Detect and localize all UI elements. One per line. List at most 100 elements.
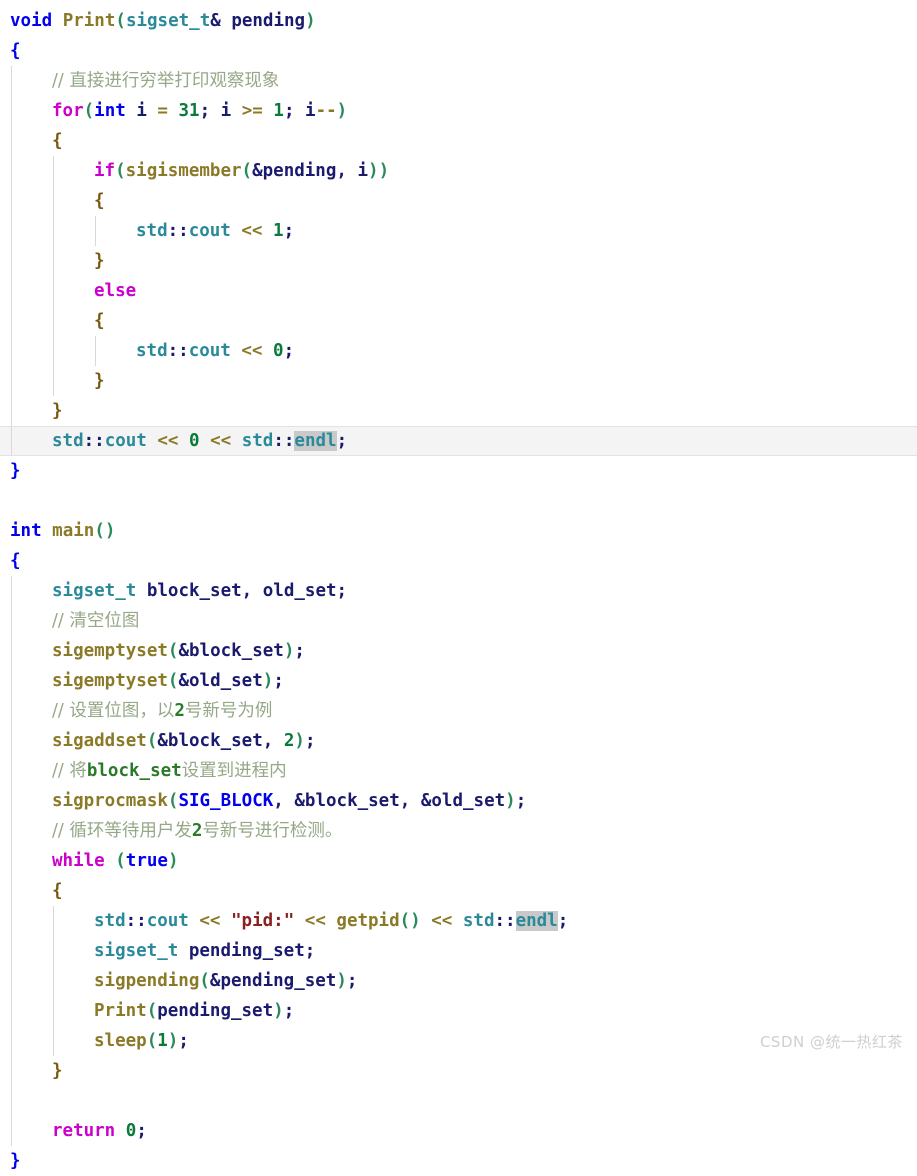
code-token: void bbox=[10, 11, 53, 31]
indent-guide bbox=[11, 1086, 12, 1116]
code-line[interactable]: else bbox=[0, 276, 917, 306]
code-token: ; bbox=[199, 101, 211, 121]
code-token: ; bbox=[515, 791, 527, 811]
code-token: block_set bbox=[86, 761, 182, 781]
code-line[interactable]: { bbox=[0, 126, 917, 156]
code-token: { bbox=[10, 41, 21, 61]
code-line[interactable]: // 清空位图 bbox=[0, 606, 917, 636]
code-line[interactable]: std::cout << 0; bbox=[0, 336, 917, 366]
code-token: sigprocmask bbox=[52, 791, 168, 811]
code-line[interactable]: sigset_t pending_set; bbox=[0, 936, 917, 966]
code-token: 1 bbox=[157, 1031, 168, 1051]
code-token: return bbox=[52, 1121, 116, 1141]
code-line[interactable]: int main() bbox=[0, 516, 917, 546]
code-token: , bbox=[262, 731, 274, 751]
code-token: i bbox=[357, 161, 369, 181]
code-token: ( bbox=[146, 731, 158, 751]
code-line[interactable]: return 0; bbox=[0, 1116, 917, 1146]
code-line[interactable]: } bbox=[0, 1056, 917, 1086]
code-token: ( bbox=[146, 1031, 158, 1051]
code-token: 0 bbox=[189, 431, 200, 451]
code-editor[interactable]: void Print(sigset_t& pending) { // 直接进行穷举打… bbox=[0, 0, 917, 1171]
code-line[interactable]: sleep(1); bbox=[0, 1026, 917, 1056]
code-line[interactable]: { bbox=[0, 876, 917, 906]
code-line[interactable]: // 设置位图，以2号新号为例 bbox=[0, 696, 917, 726]
code-line[interactable] bbox=[0, 486, 917, 516]
code-lines-container[interactable]: void Print(sigset_t& pending) { // 直接进行穷举打… bbox=[0, 0, 917, 1176]
code-token: { bbox=[10, 551, 21, 571]
code-line[interactable]: std::cout << 1; bbox=[0, 216, 917, 246]
code-token: Print bbox=[94, 1001, 147, 1021]
code-line[interactable]: } bbox=[0, 1146, 917, 1176]
code-line[interactable]: for(int i = 31; i >= 1; i--) bbox=[0, 96, 917, 126]
code-token: , bbox=[273, 791, 284, 811]
code-token: :: bbox=[167, 221, 189, 241]
code-line[interactable]: } bbox=[0, 246, 917, 276]
code-line[interactable]: Print(pending_set); bbox=[0, 996, 917, 1026]
code-line[interactable]: } bbox=[0, 366, 917, 396]
code-line-text: { bbox=[0, 876, 917, 906]
code-line[interactable]: void Print(sigset_t& pending) bbox=[0, 6, 917, 36]
code-line[interactable]: while (true) bbox=[0, 846, 917, 876]
code-token: & bbox=[420, 791, 432, 811]
code-line[interactable]: sigprocmask(SIG_BLOCK, &block_set, &old_… bbox=[0, 786, 917, 816]
code-token: sleep bbox=[94, 1031, 147, 1051]
code-line[interactable] bbox=[0, 1086, 917, 1116]
code-token: ( bbox=[146, 1001, 158, 1021]
code-line[interactable]: // 循环等待用户发2号新号进行检测。 bbox=[0, 816, 917, 846]
code-token: sigset_t bbox=[125, 11, 211, 31]
code-token: main bbox=[52, 521, 95, 541]
code-line[interactable]: { bbox=[0, 186, 917, 216]
code-line[interactable]: std::cout << "pid:" << getpid() << std::… bbox=[0, 906, 917, 936]
code-line[interactable]: } bbox=[0, 396, 917, 426]
code-line[interactable]: { bbox=[0, 306, 917, 336]
code-token: :: bbox=[494, 911, 516, 931]
code-line[interactable]: { bbox=[0, 546, 917, 576]
code-line-text: sigemptyset(&old_set); bbox=[0, 666, 917, 696]
code-token: cout bbox=[104, 431, 147, 451]
code-line[interactable]: { bbox=[0, 36, 917, 66]
code-token: std bbox=[136, 221, 168, 241]
code-line-text: sigset_t pending_set; bbox=[0, 936, 917, 966]
code-token: ) bbox=[262, 671, 274, 691]
code-token: block_set bbox=[146, 581, 242, 601]
code-line-text: sigprocmask(SIG_BLOCK, &block_set, &old_… bbox=[0, 786, 917, 816]
code-line[interactable]: sigemptyset(&block_set); bbox=[0, 636, 917, 666]
code-token: 31 bbox=[178, 101, 200, 121]
code-token: ; bbox=[557, 911, 569, 931]
code-token: i bbox=[136, 101, 147, 121]
code-token: ) bbox=[336, 101, 348, 121]
code-line[interactable]: std::cout << 0 << std::endl; bbox=[0, 426, 917, 456]
code-line[interactable]: sigpending(&pending_set); bbox=[0, 966, 917, 996]
code-line-text: } bbox=[0, 1146, 917, 1176]
code-token: 0 bbox=[273, 341, 284, 361]
code-line[interactable]: sigaddset(&block_set, 2); bbox=[0, 726, 917, 756]
code-token: :: bbox=[83, 431, 105, 451]
code-line[interactable]: sigset_t block_set, old_set; bbox=[0, 576, 917, 606]
code-token: "pid:" bbox=[231, 911, 295, 931]
code-line[interactable]: } bbox=[0, 456, 917, 486]
code-line-text: sleep(1); bbox=[0, 1026, 917, 1056]
code-line[interactable]: sigemptyset(&old_set); bbox=[0, 666, 917, 696]
code-line[interactable]: // 将block_set设置到进程内 bbox=[0, 756, 917, 786]
code-line-text: sigpending(&pending_set); bbox=[0, 966, 917, 996]
code-token: Print bbox=[62, 11, 116, 31]
code-token: sigpending bbox=[94, 971, 200, 991]
code-token: old_set bbox=[189, 671, 263, 691]
code-line[interactable]: if(sigismember(&pending, i)) bbox=[0, 156, 917, 186]
code-token: // 直接进行穷举打印观察现象 bbox=[52, 71, 280, 91]
code-line[interactable]: // 直接进行穷举打印观察现象 bbox=[0, 66, 917, 96]
code-token: ; bbox=[336, 581, 348, 601]
code-token: if bbox=[94, 161, 116, 181]
code-token: else bbox=[94, 281, 137, 301]
code-token: , bbox=[241, 581, 253, 601]
code-line-text: while (true) bbox=[0, 846, 917, 876]
